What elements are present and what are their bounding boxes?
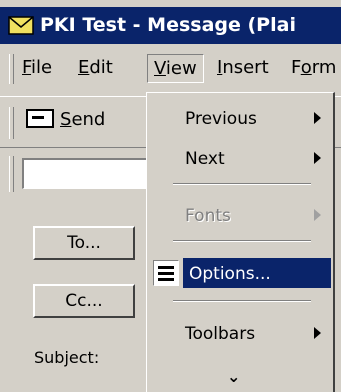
menu-edit[interactable]: Edit (78, 57, 113, 78)
submenu-arrow-icon (314, 327, 321, 339)
menu-bar: File Edit View Insert Form (0, 46, 341, 92)
menu-separator (173, 300, 311, 302)
menu-item-options[interactable]: Options... (183, 258, 331, 288)
send-key: S (60, 109, 72, 130)
window-title: PKI Test - Message (Plai (40, 14, 296, 36)
cc-button[interactable]: Cc... (33, 284, 135, 318)
toolbar2-grip[interactable] (9, 156, 14, 192)
envelope-icon (8, 16, 34, 35)
menubar-grip[interactable] (9, 54, 14, 84)
subject-label: Subject: (34, 348, 100, 367)
menu-insert[interactable]: Insert (217, 57, 269, 78)
expand-menu-icon[interactable]: ⌄ (227, 367, 240, 386)
submenu-arrow-icon (314, 152, 321, 164)
options-icon (153, 260, 179, 286)
view-menu-dropdown: Previous Next Fonts Options... Toolbars … (146, 92, 335, 392)
font-style-field[interactable] (22, 158, 155, 189)
cc-label: Cc... (65, 291, 103, 311)
outlook-message-window: PKI Test - Message (Plai File Edit View … (0, 0, 341, 392)
menu-file[interactable]: File (22, 57, 52, 78)
menu-separator (173, 183, 311, 185)
menu-item-fonts: Fonts (147, 200, 333, 230)
to-button[interactable]: To... (33, 226, 135, 260)
menu-item-previous[interactable]: Previous (147, 103, 333, 133)
menu-separator (173, 240, 311, 242)
to-label: To... (67, 233, 101, 253)
menu-view[interactable]: View (147, 54, 204, 83)
menu-format[interactable]: Form (291, 57, 336, 78)
menu-item-next[interactable]: Next (147, 143, 333, 173)
send-icon (26, 108, 54, 128)
title-bar[interactable]: PKI Test - Message (Plai (0, 7, 341, 44)
toolbar-grip[interactable] (9, 107, 14, 139)
submenu-arrow-icon (314, 209, 321, 221)
menu-item-toolbars[interactable]: Toolbars (147, 318, 333, 348)
submenu-arrow-icon (314, 112, 321, 124)
send-label: end (71, 109, 106, 130)
send-button[interactable]: Send (26, 108, 106, 135)
